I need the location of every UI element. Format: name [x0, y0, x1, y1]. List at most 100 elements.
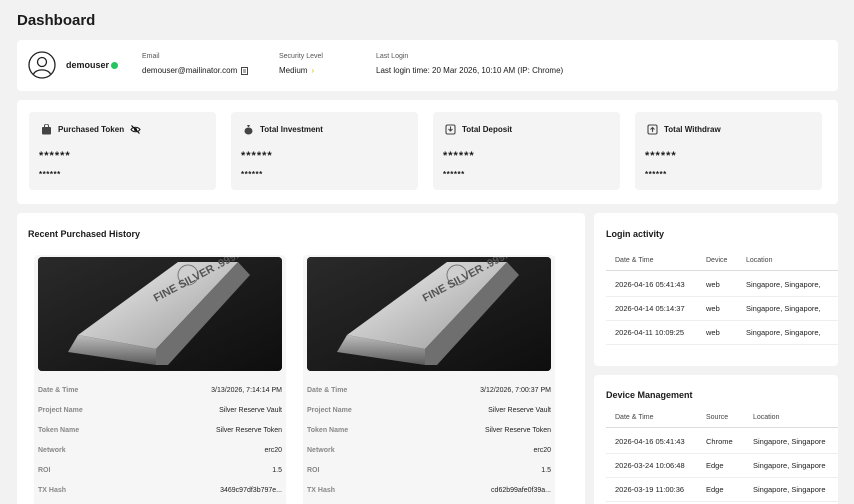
stat-total-withdraw: Total Withdraw ****** ****** — [635, 112, 822, 190]
col-location: Location — [753, 414, 780, 421]
stats-card: Purchased Token ****** ****** Total Inve… — [17, 100, 838, 204]
login-date: 2026-04-16 05:41:43 — [615, 280, 685, 289]
device-date: 2026-04-16 05:41:43 — [615, 437, 685, 446]
stat-label: Total Investment — [260, 125, 323, 134]
device-location: Singapore, Singapore — [753, 485, 826, 494]
login-date: 2026-04-14 05:14:37 — [615, 304, 685, 313]
tx-hash-value: 3469c97df3b797e... — [220, 487, 282, 494]
last-login-value: Last login time: 20 Mar 2026, 10:10 AM (… — [376, 66, 564, 75]
stat-value: ****** — [645, 150, 677, 162]
stat-sub-value: ****** — [39, 170, 61, 179]
stat-value: ****** — [443, 150, 475, 162]
history-item[interactable]: FINE SILVER .999.9 1000g Date & Time 3/12… — [303, 255, 555, 504]
login-device: web — [706, 328, 720, 337]
online-status-dot — [111, 62, 118, 69]
tx-label: TX Hash — [307, 487, 336, 494]
stat-sub-value: ****** — [241, 170, 263, 179]
security-value: Medium — [279, 66, 308, 75]
roi-label: ROI — [38, 467, 51, 474]
deposit-icon — [445, 124, 456, 135]
history-item[interactable]: FINE SILVER .999.9 1000g Date & Time 3/13… — [34, 255, 286, 504]
device-location: Singapore, Singapore — [753, 461, 826, 470]
date-value: 3/12/2026, 7:00:37 PM — [480, 387, 551, 394]
device-date: 2026-03-24 10:06:48 — [615, 461, 685, 470]
project-label: Project Name — [38, 407, 83, 414]
token-value: Silver Reserve Token — [484, 427, 551, 434]
money-bag-icon — [244, 125, 253, 135]
roi-label: ROI — [307, 467, 320, 474]
date-label: Date & Time — [307, 387, 348, 394]
device-table-header: Date & Time Source Location — [606, 408, 838, 428]
email-label: Email — [142, 53, 160, 60]
login-activity-title: Login activity — [606, 229, 665, 239]
device-source: Edge — [706, 485, 724, 494]
stat-value: ****** — [241, 150, 273, 162]
stat-value: ****** — [39, 150, 71, 162]
token-value: Silver Reserve Token — [215, 427, 282, 434]
col-location: Location — [746, 257, 773, 264]
chevron-right-icon: › — [311, 66, 315, 75]
bag-icon — [42, 124, 51, 135]
silver-bar-image: FINE SILVER .999.9 1000g — [38, 257, 282, 371]
roi-value: 1.5 — [541, 467, 551, 474]
device-source: Edge — [706, 461, 724, 470]
table-row: 2026-04-16 05:41:43 Chrome Singapore, Si… — [606, 430, 838, 454]
token-label: Token Name — [38, 427, 80, 434]
network-label: Network — [38, 447, 66, 454]
login-location: Singapore, Singapore, — [746, 304, 821, 313]
stat-purchased-token: Purchased Token ****** ****** — [29, 112, 216, 190]
token-label: Token Name — [307, 427, 349, 434]
date-label: Date & Time — [38, 387, 79, 394]
stat-total-investment: Total Investment ****** ****** — [231, 112, 418, 190]
login-date: 2026-04-11 10:09:25 — [615, 328, 685, 337]
email-block: Email demouser@mailinator.com — [142, 53, 249, 75]
eye-slash-icon[interactable] — [130, 124, 141, 135]
login-device: web — [706, 304, 720, 313]
table-row: 2026-04-16 05:41:43 web Singapore, Singa… — [606, 273, 838, 297]
security-label: Security Level — [279, 53, 323, 60]
device-source: Chrome — [706, 437, 733, 446]
stat-sub-value: ****** — [443, 170, 465, 179]
device-date: 2026-03-19 11:00:36 — [615, 485, 685, 494]
login-table-header: Date & Time Device Location — [606, 251, 838, 271]
col-device: Device — [706, 257, 728, 264]
email-value: demouser@mailinator.com — [142, 66, 238, 75]
device-management-card: Device Management Date & Time Source Loc… — [594, 375, 838, 504]
login-activity-card: Login activity Date & Time Device Locati… — [594, 213, 838, 366]
project-value: Silver Reserve Vault — [219, 407, 282, 414]
last-login-label: Last Login — [376, 53, 409, 60]
user-avatar-icon[interactable] — [28, 51, 56, 79]
network-value: erc20 — [264, 447, 282, 454]
silver-bar-image: FINE SILVER .999.9 1000g — [307, 257, 551, 371]
page-title: Dashboard — [17, 12, 96, 29]
stat-label: Total Deposit — [462, 125, 513, 134]
copy-icon[interactable] — [241, 66, 249, 75]
security-block: Security Level Medium › — [279, 53, 323, 75]
last-login-block: Last Login Last login time: 20 Mar 2026,… — [376, 53, 563, 75]
table-row: 2026-04-14 05:14:37 web Singapore, Singa… — [606, 297, 838, 321]
date-value: 3/13/2026, 7:14:14 PM — [211, 387, 282, 394]
profile-card: demouser Email demouser@mailinator.com S… — [17, 40, 838, 91]
device-location: Singapore, Singapore — [753, 437, 826, 446]
login-location: Singapore, Singapore, — [746, 280, 821, 289]
stat-label: Purchased Token — [58, 125, 125, 134]
col-date-time: Date & Time — [615, 257, 654, 264]
table-row: 2026-04-11 10:09:25 web Singapore, Singa… — [606, 321, 838, 345]
history-title: Recent Purchased History — [28, 229, 141, 239]
withdraw-icon — [647, 124, 658, 135]
login-device: web — [706, 280, 720, 289]
device-management-title: Device Management — [606, 390, 693, 400]
username: demouser — [66, 60, 110, 70]
recent-purchased-history: Recent Purchased History FINE SILVER .99… — [17, 213, 585, 504]
stat-label: Total Withdraw — [664, 125, 721, 134]
tx-hash-value: cd62b99afe0f39a... — [491, 487, 551, 494]
col-date-time: Date & Time — [615, 414, 654, 421]
table-row: 2026-03-24 10:06:48 Edge Singapore, Sing… — [606, 454, 838, 478]
network-label: Network — [307, 447, 335, 454]
col-source: Source — [706, 414, 729, 421]
stat-total-deposit: Total Deposit ****** ****** — [433, 112, 620, 190]
network-value: erc20 — [533, 447, 551, 454]
roi-value: 1.5 — [272, 467, 282, 474]
security-level-link[interactable]: Medium › — [279, 66, 323, 75]
login-location: Singapore, Singapore, — [746, 328, 821, 337]
